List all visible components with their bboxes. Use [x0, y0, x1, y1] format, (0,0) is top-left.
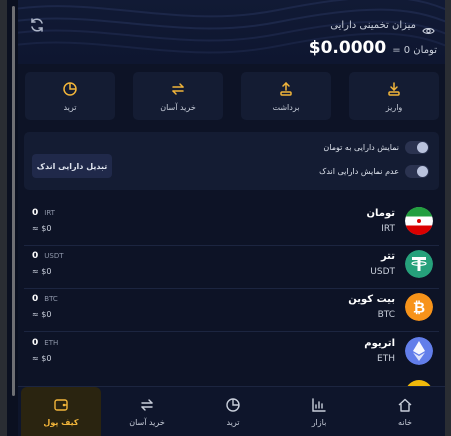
asset-amount-symbol: USDT — [44, 252, 64, 260]
asset-amount: 0 IRT — [32, 208, 55, 218]
toggle-show-toman-label: نمایش دارایی به تومان — [323, 143, 399, 152]
asset-row-eth[interactable]: اتریوم ETH 0 ETH ≈ $0 — [24, 330, 439, 374]
nav-market[interactable]: بازار — [279, 387, 359, 436]
eye-icon[interactable] — [422, 21, 435, 34]
tether-icon — [405, 250, 433, 278]
asset-row-btc[interactable]: ₿ بیت کوین BTC 0 BTC ≈ $0 — [24, 286, 439, 330]
balance-usd: $0.0000 — [308, 38, 387, 58]
wallet-header: میزان تخمینی دارایی $0.0000 = 0 تومان — [18, 0, 445, 64]
asset-amount-symbol: ETH — [44, 339, 59, 347]
iran-flag-icon — [405, 207, 433, 235]
deposit-button[interactable]: واریز — [349, 72, 439, 120]
asset-symbol: USDT — [370, 267, 395, 277]
refresh-icon[interactable] — [28, 16, 46, 34]
action-cards: واریز برداشت خرید آسان ترید — [24, 72, 439, 120]
swap-icon — [170, 81, 186, 97]
asset-settings-panel: نمایش دارایی به تومان عدم نمایش دارایی ا… — [24, 132, 439, 190]
asset-amount-value: 0 — [32, 208, 39, 218]
deposit-label: واریز — [385, 102, 403, 112]
balance-row: $0.0000 = 0 تومان — [309, 38, 437, 58]
deposit-icon — [386, 81, 402, 97]
nav-easy-buy-label: خرید آسان — [129, 418, 165, 427]
pie-chart-icon — [225, 397, 241, 413]
asset-symbol: IRT — [381, 224, 395, 234]
easy-buy-label: خرید آسان — [160, 102, 196, 112]
ethereum-icon — [405, 337, 433, 365]
nav-trade[interactable]: ترید — [193, 387, 273, 436]
wallet-icon — [53, 397, 69, 413]
scrollbar[interactable] — [12, 6, 15, 396]
asset-amount: 0 USDT — [32, 251, 64, 261]
window-frame-left — [0, 0, 7, 436]
easy-buy-button[interactable]: خرید آسان — [133, 72, 223, 120]
asset-amount: 0 BTC — [32, 294, 58, 304]
nav-wallet-label: کیف پول — [43, 418, 79, 427]
estimated-assets-row: میزان تخمینی دارایی — [330, 20, 435, 34]
asset-name: اتریوم — [364, 338, 395, 349]
balance-toman: = 0 تومان — [392, 45, 437, 56]
nav-market-label: بازار — [311, 418, 327, 427]
trade-button[interactable]: ترید — [25, 72, 115, 120]
withdraw-icon — [278, 81, 294, 97]
asset-amount: 0 ETH — [32, 338, 58, 348]
toggle-show-toman[interactable] — [405, 141, 429, 154]
nav-home-label: خانه — [398, 418, 412, 427]
asset-usd-value: ≈ $0 — [32, 267, 52, 276]
market-icon — [311, 397, 327, 413]
wallet-app: میزان تخمینی دارایی $0.0000 = 0 تومان وا… — [18, 0, 445, 436]
home-icon — [397, 397, 413, 413]
toggle-hide-small-row: عدم نمایش دارایی اندک — [319, 165, 429, 178]
toggle-hide-small[interactable] — [405, 165, 429, 178]
asset-row-irt[interactable]: تومان IRT 0 IRT ≈ $0 — [24, 200, 439, 244]
nav-home[interactable]: خانه — [365, 387, 445, 436]
asset-name: تومان — [366, 208, 395, 219]
nav-easy-buy[interactable]: خرید آسان — [107, 387, 187, 436]
svg-text:₿: ₿ — [413, 299, 425, 317]
asset-amount-value: 0 — [32, 251, 39, 261]
estimated-assets-label: میزان تخمینی دارایی — [330, 20, 416, 31]
bitcoin-icon: ₿ — [405, 293, 433, 321]
pie-chart-icon — [62, 81, 78, 97]
trade-label: ترید — [63, 102, 77, 112]
swap-icon — [139, 397, 155, 413]
nav-wallet[interactable]: کیف پول — [21, 387, 101, 436]
asset-name: تتر — [380, 251, 395, 262]
asset-name: بیت کوین — [348, 294, 395, 305]
asset-amount-symbol: IRT — [44, 209, 55, 217]
asset-symbol: ETH — [377, 354, 395, 364]
convert-small-assets-button[interactable]: تبدیل دارایی اندک — [32, 154, 112, 178]
toggle-show-toman-row: نمایش دارایی به تومان — [323, 141, 429, 154]
withdraw-button[interactable]: برداشت — [241, 72, 331, 120]
window-frame-right — [445, 0, 451, 436]
toggle-hide-small-label: عدم نمایش دارایی اندک — [319, 167, 399, 176]
nav-trade-label: ترید — [226, 418, 240, 427]
asset-usd-value: ≈ $0 — [32, 224, 52, 233]
asset-amount-value: 0 — [32, 338, 39, 348]
asset-amount-symbol: BTC — [44, 295, 58, 303]
asset-usd-value: ≈ $0 — [32, 310, 52, 319]
asset-usd-value: ≈ $0 — [32, 354, 52, 363]
bottom-navigation: خانه بازار ترید خرید آسان کیف پول — [18, 386, 445, 436]
asset-symbol: BTC — [377, 310, 395, 320]
asset-row-usdt[interactable]: تتر USDT 0 USDT ≈ $0 — [24, 243, 439, 287]
withdraw-label: برداشت — [272, 102, 300, 112]
asset-amount-value: 0 — [32, 294, 39, 304]
